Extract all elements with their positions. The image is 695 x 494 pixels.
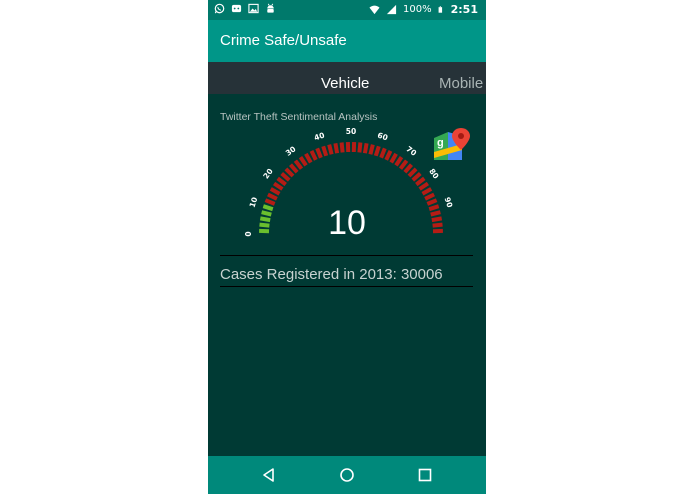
- gauge-segment: [262, 204, 274, 212]
- gauge-segment: [280, 171, 291, 182]
- gauge-tick-label: 60: [376, 131, 389, 143]
- gauge-segment: [432, 222, 443, 228]
- clock: 2:51: [450, 3, 478, 16]
- gauge-segment: [394, 155, 404, 167]
- battery-percent: 100%: [403, 4, 432, 15]
- gauge-segment: [333, 142, 340, 154]
- gauge-segment: [298, 155, 308, 167]
- navigation-bar: [208, 456, 486, 494]
- android-icon: [267, 3, 274, 13]
- gauge-tick-label: 20: [261, 167, 274, 181]
- gauge-segment: [288, 163, 299, 174]
- cases-registered-text: Cases Registered in 2013: 30006: [220, 266, 443, 283]
- tab-bar: Vehicle Mobile: [208, 62, 486, 94]
- gauge-tick-label: 80: [427, 167, 440, 181]
- app-title: Crime Safe/Unsafe: [220, 32, 347, 49]
- image-icon: [248, 3, 259, 14]
- content-area: Twitter Theft Sentimental Analysis g 0 10…: [208, 94, 486, 456]
- wifi-icon: [369, 5, 380, 15]
- messenger-icon: [231, 4, 242, 13]
- tab-vehicle[interactable]: Vehicle: [321, 75, 369, 92]
- gauge-segment: [264, 198, 276, 206]
- gauge-segment: [389, 152, 398, 164]
- gauge-value: 10: [328, 204, 366, 242]
- gauge-tick-label: 10: [248, 196, 260, 209]
- whatsapp-icon: [214, 3, 225, 14]
- gauge-segment: [426, 198, 438, 206]
- gauge-segment: [304, 152, 313, 164]
- gauge-segment: [321, 145, 329, 157]
- gauge-segment: [309, 150, 318, 161]
- gauge-segment: [407, 167, 418, 178]
- gauge-tick-label: 0: [244, 231, 253, 236]
- gauge-segment: [368, 144, 375, 155]
- gauge-segment: [259, 222, 270, 228]
- gauge-segment: [398, 159, 409, 170]
- gauge-segment: [357, 142, 363, 153]
- gauge-segment: [261, 210, 272, 217]
- gauge-tick-label: 40: [313, 131, 326, 143]
- gauge-segment: [327, 144, 334, 155]
- gauge-segment: [424, 192, 435, 201]
- gauge-segment: [284, 167, 295, 178]
- app-bar: Crime Safe/Unsafe: [208, 20, 486, 62]
- gauge-segment: [269, 187, 281, 196]
- gauge-segment: [339, 142, 345, 153]
- top-divider: [220, 255, 473, 256]
- gauge-segment: [411, 171, 422, 182]
- bottom-divider: [220, 286, 473, 287]
- gauge-segment: [272, 181, 284, 191]
- gauge-tick-label: 30: [284, 144, 298, 157]
- gauge-segment: [362, 142, 369, 154]
- gauge-segment: [403, 163, 414, 174]
- gauge-segment: [384, 150, 393, 161]
- battery-icon: [438, 6, 442, 13]
- gauge-segment: [259, 216, 271, 223]
- gauge-segment: [315, 147, 323, 159]
- gauge-segment: [430, 210, 441, 217]
- recents-icon[interactable]: [416, 466, 434, 484]
- gauge-segment: [373, 145, 381, 157]
- gauge-segment: [267, 192, 278, 201]
- gauge-tick-label: 70: [404, 144, 418, 157]
- gauge-segment: [418, 181, 430, 191]
- gauge-segment: [276, 176, 287, 187]
- gauge-segment: [431, 216, 443, 223]
- signal-icon: [386, 4, 397, 15]
- gauge-segment: [415, 176, 426, 187]
- gauge-segment: [379, 147, 387, 159]
- home-icon[interactable]: [338, 466, 356, 484]
- phone-screen: 100% 2:51 Crime Safe/Unsafe Vehicle Mobi…: [208, 0, 486, 494]
- status-bar: 100% 2:51: [208, 0, 486, 20]
- gauge-tick-label: 50: [346, 127, 356, 136]
- gauge-segment: [293, 159, 304, 170]
- back-icon[interactable]: [260, 466, 278, 484]
- gauge-segment: [428, 204, 440, 212]
- gauge-tick-label: 90: [443, 196, 455, 209]
- tab-mobile[interactable]: Mobile: [439, 75, 483, 92]
- speedometer-gauge: 0 10 20 30 40 50 60 70 80 90: [244, 127, 455, 237]
- gauge-segment: [421, 187, 433, 196]
